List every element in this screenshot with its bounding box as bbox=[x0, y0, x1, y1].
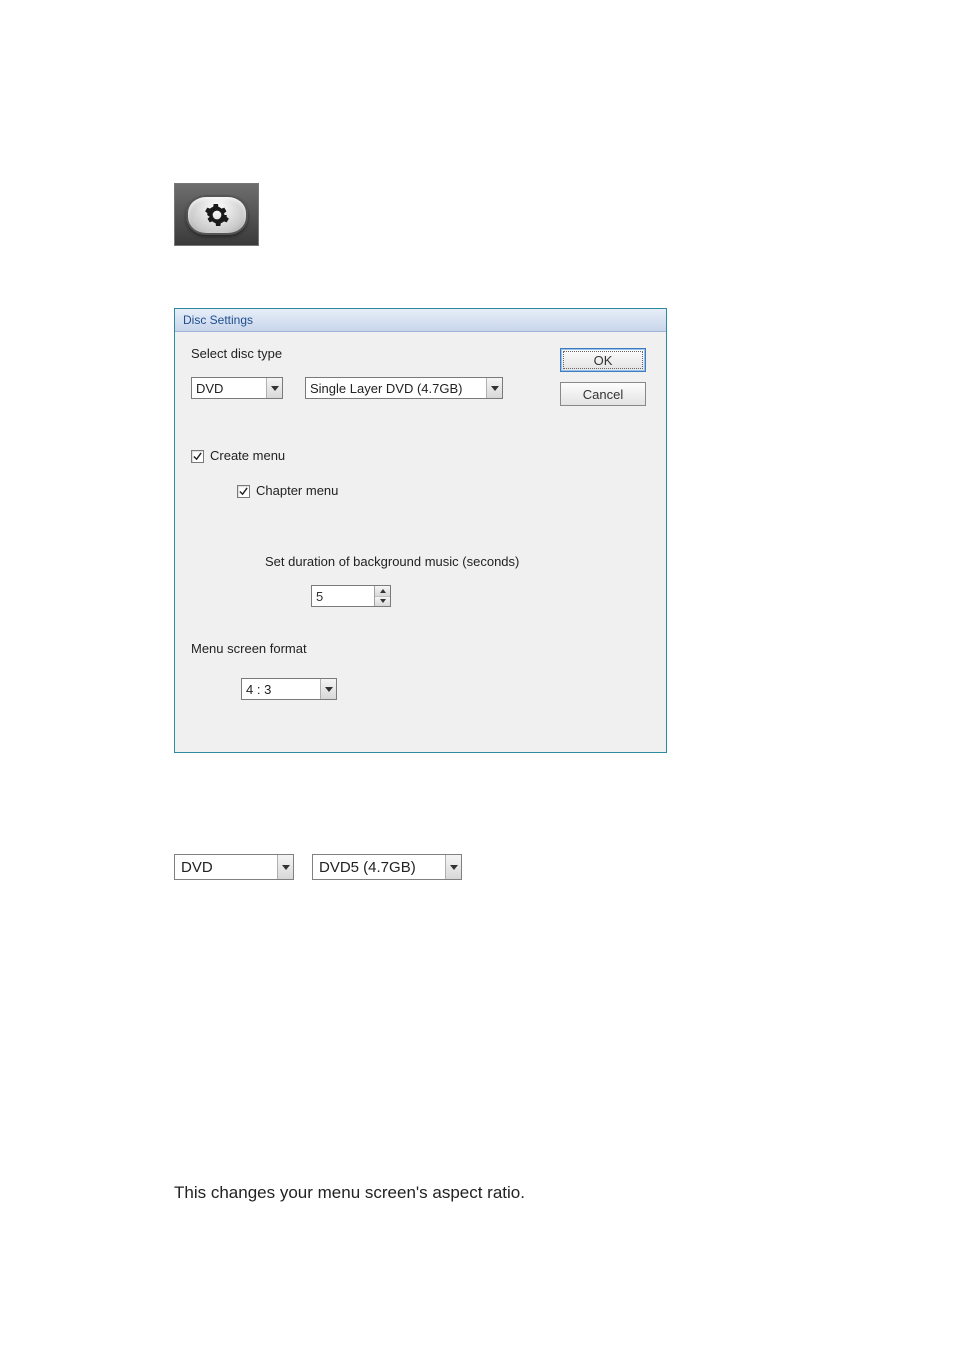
chevron-down-icon bbox=[445, 855, 461, 879]
spinner-down-button[interactable] bbox=[375, 597, 390, 607]
checkmark-icon bbox=[193, 452, 202, 461]
chevron-down-icon bbox=[486, 378, 502, 398]
chevron-down-icon bbox=[266, 378, 282, 398]
menu-screen-format-label: Menu screen format bbox=[191, 641, 650, 656]
caption-text: This changes your menu screen's aspect r… bbox=[174, 1183, 525, 1203]
standalone-disc-layer-dropdown[interactable]: DVD5 (4.7GB) bbox=[312, 854, 462, 880]
disc-layer-value: Single Layer DVD (4.7GB) bbox=[306, 381, 486, 396]
dialog-title: Disc Settings bbox=[175, 309, 666, 332]
standalone-disc-layer-value: DVD5 (4.7GB) bbox=[313, 859, 445, 876]
menu-format-value: 4 : 3 bbox=[242, 682, 320, 697]
disc-settings-dialog: Disc Settings Select disc type DVD Singl… bbox=[174, 308, 667, 753]
chapter-menu-label: Chapter menu bbox=[256, 483, 338, 498]
bgm-duration-spinner[interactable]: 5 bbox=[311, 585, 391, 607]
disc-type-value: DVD bbox=[192, 381, 266, 396]
checkmark-icon bbox=[239, 487, 248, 496]
create-menu-label: Create menu bbox=[210, 448, 285, 463]
cancel-button[interactable]: Cancel bbox=[560, 382, 646, 406]
standalone-disc-type-dropdown[interactable]: DVD bbox=[174, 854, 294, 880]
chevron-up-icon bbox=[380, 589, 386, 593]
standalone-disc-type-value: DVD bbox=[175, 859, 277, 876]
menu-format-dropdown[interactable]: 4 : 3 bbox=[241, 678, 337, 700]
bgm-duration-label: Set duration of background music (second… bbox=[265, 554, 650, 569]
chevron-down-icon bbox=[380, 599, 386, 603]
gear-icon bbox=[204, 202, 230, 228]
ok-button[interactable]: OK bbox=[560, 348, 646, 372]
bgm-duration-value[interactable]: 5 bbox=[312, 586, 374, 606]
chapter-menu-checkbox[interactable] bbox=[237, 485, 250, 498]
spinner-up-button[interactable] bbox=[375, 586, 390, 597]
disc-type-dropdown[interactable]: DVD bbox=[191, 377, 283, 399]
create-menu-checkbox[interactable] bbox=[191, 450, 204, 463]
chevron-down-icon bbox=[277, 855, 293, 879]
select-disc-type-label: Select disc type bbox=[191, 346, 560, 361]
standalone-disc-dropdowns: DVD DVD5 (4.7GB) bbox=[174, 854, 462, 880]
disc-layer-dropdown[interactable]: Single Layer DVD (4.7GB) bbox=[305, 377, 503, 399]
settings-button[interactable] bbox=[186, 195, 248, 235]
gear-button-frame bbox=[174, 183, 259, 246]
chevron-down-icon bbox=[320, 679, 336, 699]
